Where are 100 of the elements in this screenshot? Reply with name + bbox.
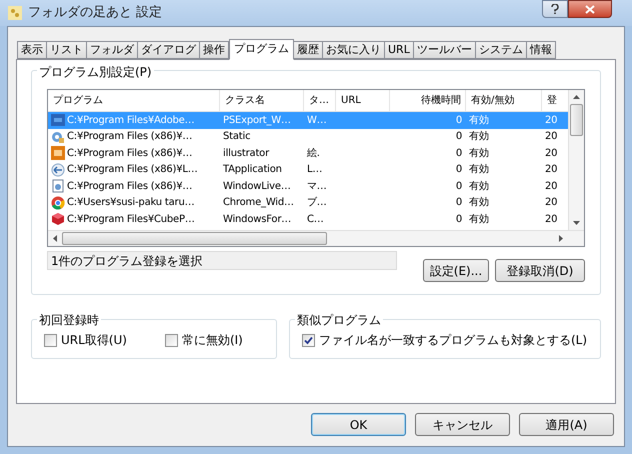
tab[interactable]: ツールバー [412,41,476,59]
list-row[interactable]: C:¥Program Files (x86)¥… Static 0 有効 20 [48,128,568,145]
tab[interactable]: お気に入り [322,41,385,59]
checkbox[interactable] [302,334,315,346]
group-title: 類似プログラム [295,311,383,329]
status-field: 1件のプログラム登録を選択 [47,251,397,270]
settings-button[interactable]: 設定(E)... [423,259,489,282]
table-cell-text: 有効 [469,130,489,144]
checkbox[interactable] [44,334,57,346]
column-header[interactable]: 有効/無効 [466,90,542,111]
tab[interactable]: フォルダ [86,41,138,59]
table-cell-text: 有効 [469,196,489,210]
column-header[interactable]: URL [336,90,390,111]
list-row[interactable]: C:¥Program Files (x86)¥L… TApplication L… 0 有効 20 [48,162,568,178]
table-cell-text: L… [307,163,322,178]
table-cell-text: C:¥Program Files (x86)¥… [67,180,192,194]
table-cell-text: 0 [456,114,462,128]
unregister-button[interactable]: 登録取消(D) [495,259,585,282]
tab[interactable]: 履歴 [293,41,323,59]
table-cell-text: WindowLive… [223,180,291,194]
table-cell-text: ブ… [307,196,327,210]
dialog-button[interactable]: OK [311,413,406,436]
footprint-icon [8,6,22,20]
dialog-button[interactable]: キャンセル [415,413,510,436]
table-cell-text: C:¥Program Files (x86)¥… [67,146,192,161]
tab[interactable]: システム [474,41,527,59]
table-cell-text: 有効 [469,180,489,194]
tab[interactable]: リスト [46,41,87,59]
close-icon [585,4,595,14]
table-cell-text: 0 [456,163,462,178]
table-cell-text: 有効 [469,114,489,128]
table-cell-text: C:¥Program Files (x86)¥L… [67,163,198,178]
document-icon [51,179,65,194]
checkbox-label: ファイル名が一致するプログラムも対象とする(L) [319,332,588,349]
column-header[interactable]: 待機時間 [390,90,466,111]
table-cell-text: PSExport_W… [223,114,291,128]
table-cell-text: C:¥Program Files (x86)¥… [67,130,192,144]
list-row[interactable]: C:¥Program Files (x86)¥… WindowLive… マ… 0 有効 20 [48,178,568,194]
program-list[interactable] [47,89,585,247]
window-title: フォルダの足あと 設定 [28,4,162,22]
browser-icon [51,196,65,210]
help-icon [551,4,559,14]
table-cell-text: 0 [456,146,462,161]
table-cell-text: TApplication [223,163,282,178]
table-cell-text: 有効 [469,212,489,227]
table-cell-text: マ… [307,180,327,194]
tab[interactable]: URL [384,41,414,59]
table-cell-text: 有効 [469,162,489,178]
checkbox-label: URL取得(U) [61,332,127,349]
table-cell-text: 20 [545,196,558,210]
gear-icon [51,130,65,144]
group-title: プログラム別設定(P) [37,63,154,81]
table-cell-text: 有効 [469,146,489,161]
column-header[interactable]: タ… [304,90,336,111]
table-cell-text: illustrator [223,146,269,161]
scroll-left-icon[interactable] [53,235,57,242]
table-cell-text: 0 [456,130,462,144]
table-cell-text: Chrome_Wid… [223,196,294,210]
tab[interactable]: 表示 [17,41,47,59]
scroll-up-icon[interactable] [573,95,580,99]
checkbox-label: 常に無効(I) [182,332,243,349]
table-cell-text: Static [223,130,250,144]
cube-icon [51,212,65,226]
table-cell-text: 20 [545,114,558,128]
scroll-thumb[interactable] [570,104,583,136]
scroll-right-icon[interactable] [559,235,563,242]
table-cell-text: C:¥Users¥susi-paku taru… [67,196,194,210]
table-cell-text: 0 [456,196,462,210]
table-cell-text: 絵. [307,146,320,161]
help-button[interactable] [542,0,568,18]
table-cell-text: W… [307,114,326,128]
table-cell-text: 20 [545,146,558,161]
dialog-button[interactable]: 適用(A) [519,413,614,436]
table-cell-text: 20 [545,130,558,144]
list-row[interactable]: C:¥Users¥susi-paku taru… Chrome_Wid… ブ… 0 有効 20 [48,194,568,211]
checkbox[interactable] [164,334,178,346]
app-icon [51,146,65,160]
table-cell-text: 20 [545,212,558,227]
app-icon [51,113,65,128]
table-cell-text: 20 [545,163,558,178]
column-header[interactable]: クラス名 [220,90,304,111]
horizontal-scrollbar[interactable] [48,230,584,246]
tab[interactable]: 操作 [199,41,229,59]
table-cell-text: C:¥Program Files¥CubeP… [67,212,195,227]
tab[interactable]: 情報 [526,41,556,59]
table-cell-text: 20 [545,180,558,194]
tab[interactable]: ダイアログ [137,41,200,59]
scroll-down-icon[interactable] [573,221,580,225]
close-button[interactable] [568,0,612,18]
table-cell-text: 0 [456,212,462,227]
list-row[interactable]: C:¥Program Files (x86)¥… illustrator 絵. 0 有効 20 [48,145,568,162]
tab[interactable]: プログラム [229,39,294,60]
table-cell-text: WindowsFor… [223,212,292,227]
table-cell-text: 0 [456,180,462,194]
column-header[interactable]: プログラム [48,90,220,111]
vertical-scrollbar[interactable] [568,90,584,230]
scroll-thumb[interactable] [62,232,327,245]
list-row[interactable]: C:¥Program Files¥CubeP… WindowsFor… C… 0 有効 20 [48,211,568,228]
table-cell-text: C… [307,212,324,227]
table-cell-text: C:¥Program Files¥Adobe… [67,114,194,128]
